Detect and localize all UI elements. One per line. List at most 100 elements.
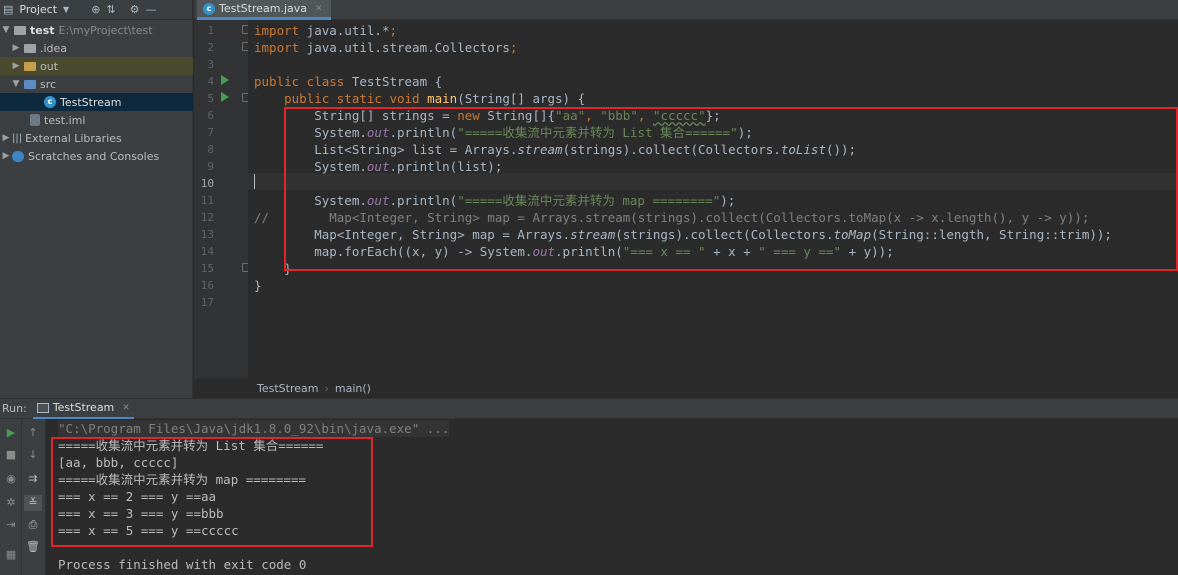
line-number: 9 [207, 160, 214, 173]
arrow-up-icon[interactable]: ↑ [24, 425, 42, 441]
collapsed-arrow-icon[interactable]: ▶ [0, 151, 12, 161]
tree-item-label: .idea [40, 41, 68, 55]
tree-item-test[interactable]: ▼ test E:\myProject\test [0, 21, 193, 39]
run-toolbar-secondary: ↑ ↓ ⇉ ≚ ⎙ 🗑 [22, 419, 46, 575]
code-editor[interactable]: import java.util.*; import java.util.str… [248, 20, 1178, 378]
project-view-selector[interactable]: Project [19, 3, 57, 16]
tree-item-test-iml[interactable]: test.iml [0, 111, 193, 129]
breadcrumb-item-method[interactable]: main() [335, 382, 371, 395]
close-icon[interactable]: ✕ [122, 403, 130, 413]
breadcrumb-item-class[interactable]: TestStream [257, 382, 318, 395]
console-highlight-box [51, 437, 373, 547]
console-icon [36, 402, 49, 413]
console-command-line: "C:\Program Files\Java\jdk1.8.0_92\bin\j… [58, 420, 450, 437]
console-output[interactable]: "C:\Program Files\Java\jdk1.8.0_92\bin\j… [46, 419, 1178, 575]
tree-item-scratches[interactable]: ▶ Scratches and Consoles [0, 147, 193, 165]
code-line: public static void main(String[] args) { [254, 91, 586, 106]
close-icon[interactable]: ✕ [315, 4, 323, 14]
breadcrumb: TestStream › main() [248, 378, 1178, 398]
module-path: E:\myProject\test [58, 23, 153, 37]
run-tool-window-header: Run: TestStream ✕ [0, 398, 1178, 419]
chevron-down-icon[interactable]: ▼ [63, 5, 69, 14]
code-line: public class TestStream { [254, 74, 443, 89]
tree-item-teststream[interactable]: c TestStream [0, 93, 193, 111]
print-icon[interactable]: ⎙ [24, 517, 42, 533]
folder-icon [24, 61, 36, 71]
minimize-icon[interactable]: — [146, 3, 157, 16]
stop-icon[interactable]: ■ [2, 447, 20, 463]
libraries-icon: ||| [12, 132, 23, 144]
line-number: 4 [207, 75, 214, 88]
console-exit-line: Process finished with exit code 0 [58, 557, 307, 572]
run-method-icon[interactable] [221, 92, 229, 102]
expanded-arrow-icon[interactable]: ▼ [10, 79, 22, 89]
line-number: 8 [207, 143, 214, 156]
camera-icon[interactable]: ◉ [2, 471, 20, 487]
module-folder-icon [14, 25, 26, 35]
tree-item-label: Scratches and Consoles [28, 149, 160, 163]
target-icon[interactable]: ⊕ [91, 3, 100, 16]
tree-item-label: test [30, 23, 55, 37]
line-number: 5 [207, 92, 214, 105]
tree-item-out[interactable]: ▶ out [0, 57, 193, 75]
code-line: } [254, 278, 262, 293]
rerun-icon[interactable]: ▶ [2, 425, 20, 441]
line-number: 11 [200, 194, 214, 207]
run-label: Run: [2, 402, 27, 415]
scroll-to-end-icon[interactable]: ≚ [24, 495, 42, 511]
line-number: 2 [207, 41, 214, 54]
gear-icon[interactable]: ⚙ [130, 3, 140, 16]
line-number: 14 [200, 245, 214, 258]
tree-item-external-libraries[interactable]: ▶ ||| External Libraries [0, 129, 193, 147]
line-number: 13 [200, 228, 214, 241]
project-panel-header: ▤ Project ▼ ⊕ ⇅ ⚙ — [0, 0, 192, 20]
code-line: import java.util.*; [254, 23, 397, 38]
run-tab-teststream[interactable]: TestStream ✕ [32, 399, 134, 419]
line-number: 6 [207, 109, 214, 122]
collapse-icon[interactable]: ⇅ [106, 3, 115, 16]
line-number: 7 [207, 126, 214, 139]
soft-wrap-icon[interactable]: ⇉ [24, 471, 42, 487]
iml-file-icon [30, 114, 40, 126]
line-number: 10 [200, 177, 214, 190]
settings-icon[interactable]: ✲ [2, 495, 20, 511]
java-class-icon: c [203, 2, 215, 15]
line-number: 3 [207, 58, 214, 71]
code-line: import java.util.stream.Collectors; [254, 40, 518, 55]
line-number: 1 [207, 24, 214, 37]
expanded-arrow-icon[interactable]: ▼ [0, 25, 12, 35]
code-highlight-box [284, 107, 1178, 271]
trash-icon[interactable]: 🗑 [24, 539, 42, 555]
line-number: 12 [200, 211, 214, 224]
editor-gutter: 1 2 3 4 5 6 7 8 9 10 11 12 13 14 15 16 1… [194, 20, 251, 378]
run-tab-label: TestStream [52, 401, 115, 414]
tree-item-label: test.iml [44, 113, 86, 127]
collapsed-arrow-icon[interactable]: ▶ [10, 43, 22, 53]
collapsed-arrow-icon[interactable]: ▶ [0, 133, 12, 143]
tree-item-idea[interactable]: ▶ .idea [0, 39, 193, 57]
run-toolbar-primary: ▶ ■ ◉ ✲ ⇥ ▦ [0, 419, 22, 575]
layout-icon[interactable]: ▦ [2, 547, 20, 563]
exit-icon[interactable]: ⇥ [2, 517, 20, 533]
folder-icon [24, 43, 36, 53]
text-caret [254, 174, 255, 189]
project-tool-window: ▤ Project ▼ ⊕ ⇅ ⚙ — ▼ test E:\myProject\… [0, 0, 193, 398]
tree-item-label: TestStream [60, 95, 122, 109]
arrow-down-icon[interactable]: ↓ [24, 447, 42, 463]
scratches-icon [12, 150, 24, 162]
tab-label: TestStream.java [219, 2, 308, 15]
tree-item-label: out [40, 59, 59, 73]
line-number: 15 [200, 262, 214, 275]
editor-tab-bar: c TestStream.java ✕ [194, 0, 1178, 20]
java-class-icon: c [44, 96, 56, 108]
tree-item-label: External Libraries [25, 131, 122, 145]
line-number: 17 [200, 296, 214, 309]
tree-item-src[interactable]: ▼ src [0, 75, 193, 93]
tree-item-label: src [40, 77, 57, 91]
project-view-icon: ▤ [3, 3, 14, 16]
run-class-icon[interactable] [221, 75, 229, 85]
collapsed-arrow-icon[interactable]: ▶ [10, 61, 22, 71]
tab-teststream-java[interactable]: c TestStream.java ✕ [197, 0, 331, 20]
source-folder-icon [24, 79, 36, 89]
line-number: 16 [200, 279, 214, 292]
